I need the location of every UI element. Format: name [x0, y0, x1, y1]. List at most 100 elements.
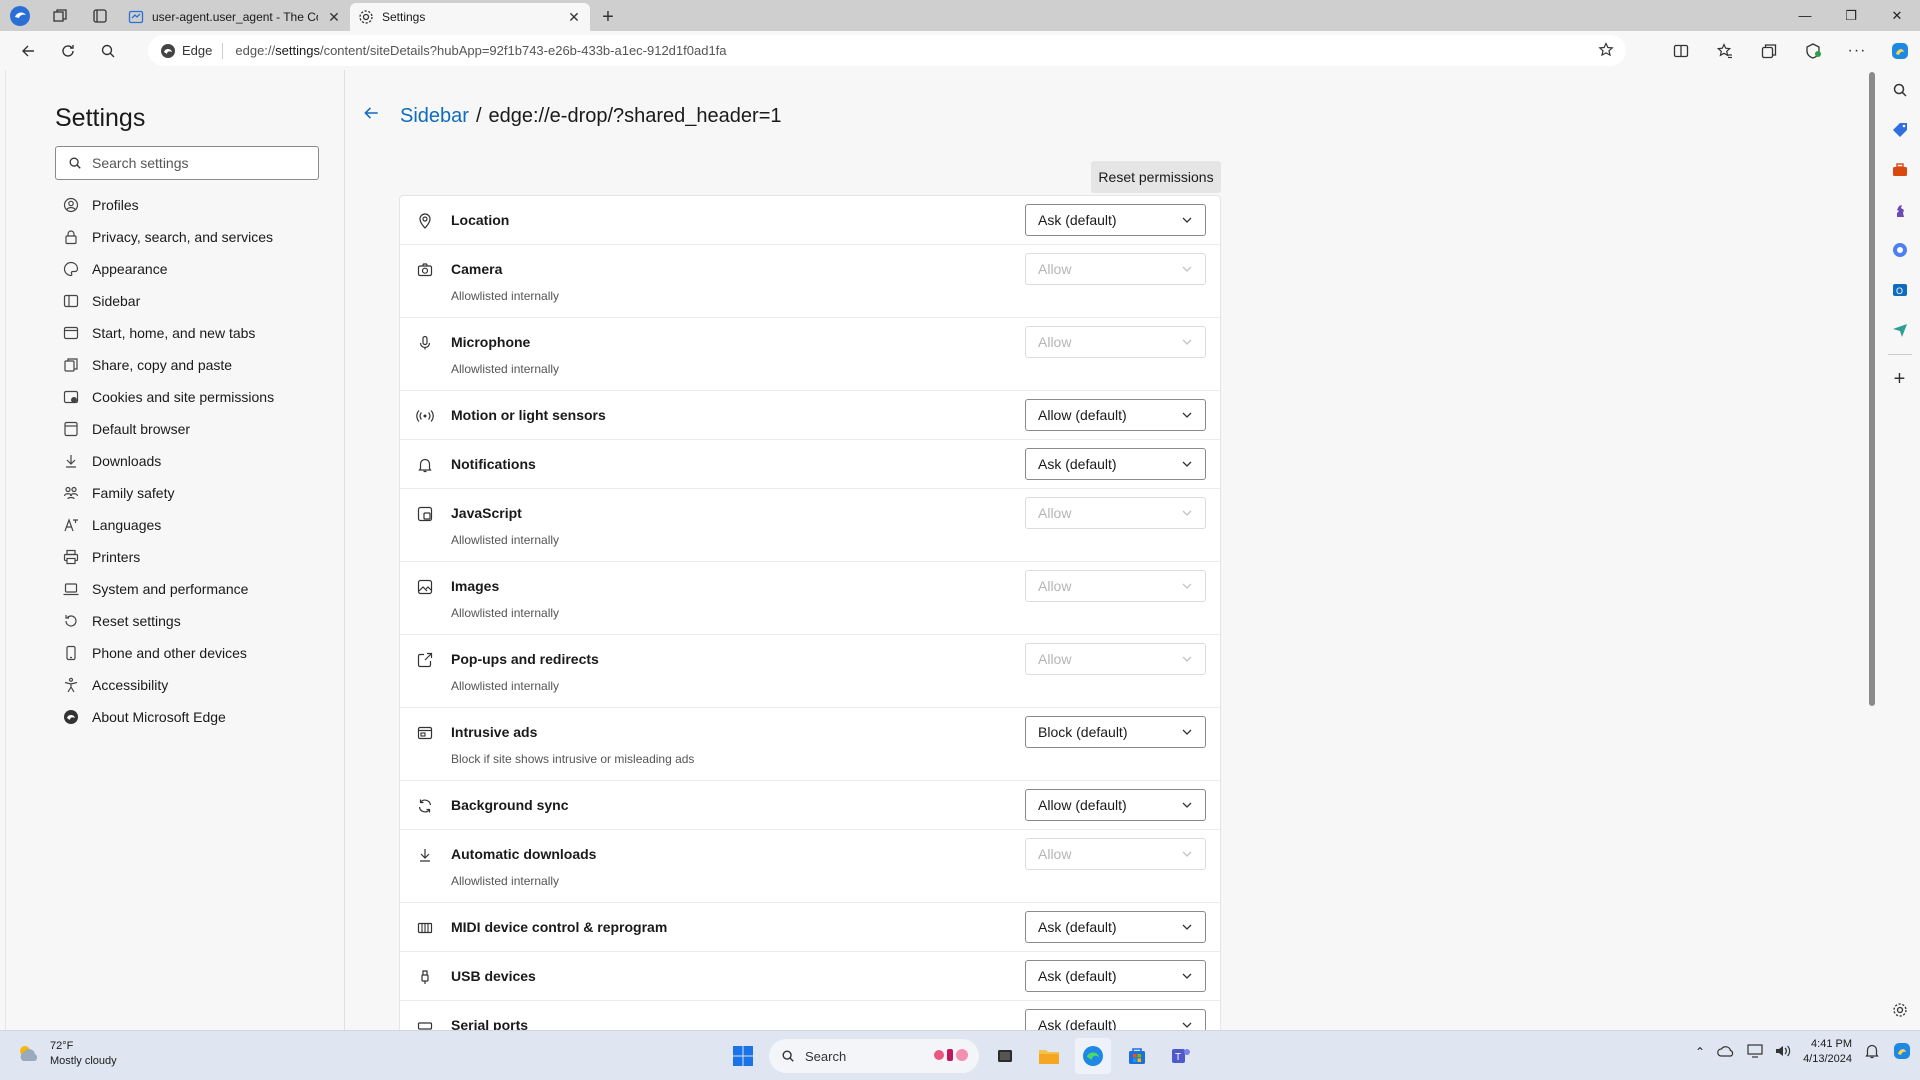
nav-item-appearance[interactable]: Appearance — [63, 253, 323, 285]
nav-item-profiles[interactable]: Profiles — [63, 189, 323, 221]
permission-dropdown: Allow — [1025, 326, 1206, 358]
taskbar-search[interactable]: Search — [769, 1039, 979, 1073]
store-button[interactable] — [1119, 1038, 1155, 1074]
permission-dropdown[interactable]: Block (default) — [1025, 716, 1206, 748]
weather-widget[interactable]: 72°F Mostly cloudy — [16, 1039, 117, 1069]
permission-dropdown: Allow — [1025, 838, 1206, 870]
copilot-taskbar-icon[interactable] — [1892, 1041, 1912, 1064]
search-settings-input[interactable] — [92, 155, 292, 171]
favorite-star-icon[interactable] — [1598, 42, 1614, 61]
nav-item-start-home[interactable]: Start, home, and new tabs — [63, 317, 323, 349]
nav-label: Family safety — [92, 485, 175, 501]
display-icon[interactable] — [1747, 1043, 1763, 1061]
tab-collection[interactable]: user-agent.user_agent - The Coll ✕ — [120, 3, 350, 31]
permission-label: Camera — [451, 261, 503, 277]
collections-button[interactable] — [1747, 34, 1791, 68]
permission-dropdown[interactable]: Ask (default) — [1025, 448, 1206, 480]
tab-actions-button[interactable] — [80, 0, 120, 31]
permission-row-background-sync: Background sync Allow (default) — [400, 781, 1220, 830]
gear-icon — [359, 10, 373, 24]
onedrive-icon[interactable] — [1717, 1045, 1735, 1060]
system-tray: ⌃ 4:41 PM 4/13/2024 — [1695, 1037, 1912, 1067]
profile-button[interactable] — [0, 0, 40, 31]
permission-dropdown[interactable]: Ask (default) — [1025, 960, 1206, 992]
nav-item-family-safety[interactable]: Family safety — [63, 477, 323, 509]
workspaces-button[interactable] — [40, 0, 80, 31]
address-bar[interactable]: Edge edge://settings/content/siteDetails… — [148, 35, 1626, 66]
permission-dropdown[interactable]: Allow (default) — [1025, 399, 1206, 431]
permission-dropdown[interactable]: Allow (default) — [1025, 789, 1206, 821]
notification-bell-icon[interactable] — [1864, 1043, 1880, 1062]
nav-item-cookies[interactable]: Cookies and site permissions — [63, 381, 323, 413]
restore-button[interactable]: ❐ — [1828, 0, 1874, 31]
nav-item-reset[interactable]: Reset settings — [63, 605, 323, 637]
close-tab-icon[interactable]: ✕ — [326, 9, 342, 26]
tab-settings[interactable]: Settings ✕ — [350, 3, 590, 31]
search-icon — [782, 1050, 794, 1062]
scrollbar-thumb[interactable] — [1869, 72, 1875, 706]
refresh-button[interactable] — [48, 34, 88, 68]
search-button[interactable] — [88, 34, 128, 68]
sidebar-add-button[interactable]: + — [1879, 359, 1920, 399]
chevron-down-icon — [1182, 973, 1192, 979]
dropdown-value: Ask (default) — [1038, 919, 1117, 935]
nav-label: Cookies and site permissions — [92, 389, 275, 405]
nav-item-downloads[interactable]: Downloads — [63, 445, 323, 477]
page-scrollbar[interactable] — [1868, 70, 1876, 1030]
search-settings-field[interactable] — [55, 146, 319, 180]
more-menu-button[interactable]: ··· — [1835, 34, 1879, 68]
nav-item-default-browser[interactable]: Default browser — [63, 413, 323, 445]
window-controls: — ❐ ✕ — [1782, 0, 1920, 31]
sidebar-drop-button[interactable] — [1879, 310, 1920, 350]
permission-dropdown[interactable]: Ask (default) — [1025, 204, 1206, 236]
teams-button[interactable]: T — [1163, 1038, 1199, 1074]
reset-permissions-button[interactable]: Reset permissions — [1091, 161, 1221, 193]
chevron-down-icon — [1182, 461, 1192, 467]
sidebar-office-button[interactable] — [1879, 230, 1920, 270]
nav-item-sidebar[interactable]: Sidebar — [63, 285, 323, 317]
file-explorer-button[interactable] — [1031, 1038, 1067, 1074]
back-arrow-icon[interactable] — [362, 104, 392, 128]
chevron-down-icon — [1182, 851, 1192, 857]
sidebar-settings-button[interactable] — [1879, 990, 1920, 1030]
nav-item-accessibility[interactable]: Accessibility — [63, 669, 323, 701]
url-text[interactable]: edge://settings/content/siteDetails?hubA… — [223, 43, 726, 58]
partly-cloudy-icon — [20, 1046, 38, 1061]
nav-item-privacy[interactable]: Privacy, search, and services — [63, 221, 323, 253]
clock[interactable]: 4:41 PM 4/13/2024 — [1803, 1037, 1852, 1067]
breadcrumb-parent-link[interactable]: Sidebar — [400, 105, 469, 128]
permission-dropdown[interactable]: Ask (default) — [1025, 911, 1206, 943]
sidebar-games-button[interactable] — [1879, 190, 1920, 230]
minimize-button[interactable]: — — [1782, 0, 1828, 31]
split-screen-button[interactable] — [1659, 34, 1703, 68]
nav-item-share-copy[interactable]: Share, copy and paste — [63, 349, 323, 381]
edge-taskbar-button[interactable] — [1075, 1038, 1111, 1074]
site-identity[interactable]: Edge — [160, 42, 224, 59]
nav-item-system[interactable]: System and performance — [63, 573, 323, 605]
sidebar-tools-button[interactable] — [1879, 150, 1920, 190]
tab-strip: user-agent.user_agent - The Coll ✕ Setti… — [0, 0, 1920, 31]
start-button[interactable] — [725, 1038, 761, 1074]
nav-item-about[interactable]: About Microsoft Edge — [63, 701, 323, 733]
nav-item-languages[interactable]: Languages — [63, 509, 323, 541]
permission-label: Images — [451, 578, 500, 594]
permission-label: Notifications — [451, 456, 536, 472]
copilot-button[interactable] — [1879, 34, 1920, 68]
permission-row-notifications: Notifications Ask (default) — [400, 440, 1220, 489]
task-view-button[interactable] — [987, 1038, 1023, 1074]
extensions-button[interactable] — [1791, 34, 1835, 68]
permission-dropdown: Allow — [1025, 643, 1206, 675]
nav-label: Share, copy and paste — [92, 357, 233, 373]
new-tab-button[interactable]: + — [590, 3, 626, 31]
nav-item-phone[interactable]: Phone and other devices — [63, 637, 323, 669]
nav-item-printers[interactable]: Printers — [63, 541, 323, 573]
close-window-button[interactable]: ✕ — [1874, 0, 1920, 31]
volume-icon[interactable] — [1775, 1044, 1791, 1061]
sidebar-search-button[interactable] — [1879, 70, 1920, 110]
sidebar-outlook-button[interactable]: O — [1879, 270, 1920, 310]
sidebar-shopping-button[interactable] — [1879, 110, 1920, 150]
back-button[interactable] — [8, 34, 48, 68]
close-tab-icon[interactable]: ✕ — [566, 9, 582, 26]
favorites-button[interactable] — [1703, 34, 1747, 68]
chevron-up-icon[interactable]: ⌃ — [1695, 1045, 1705, 1059]
